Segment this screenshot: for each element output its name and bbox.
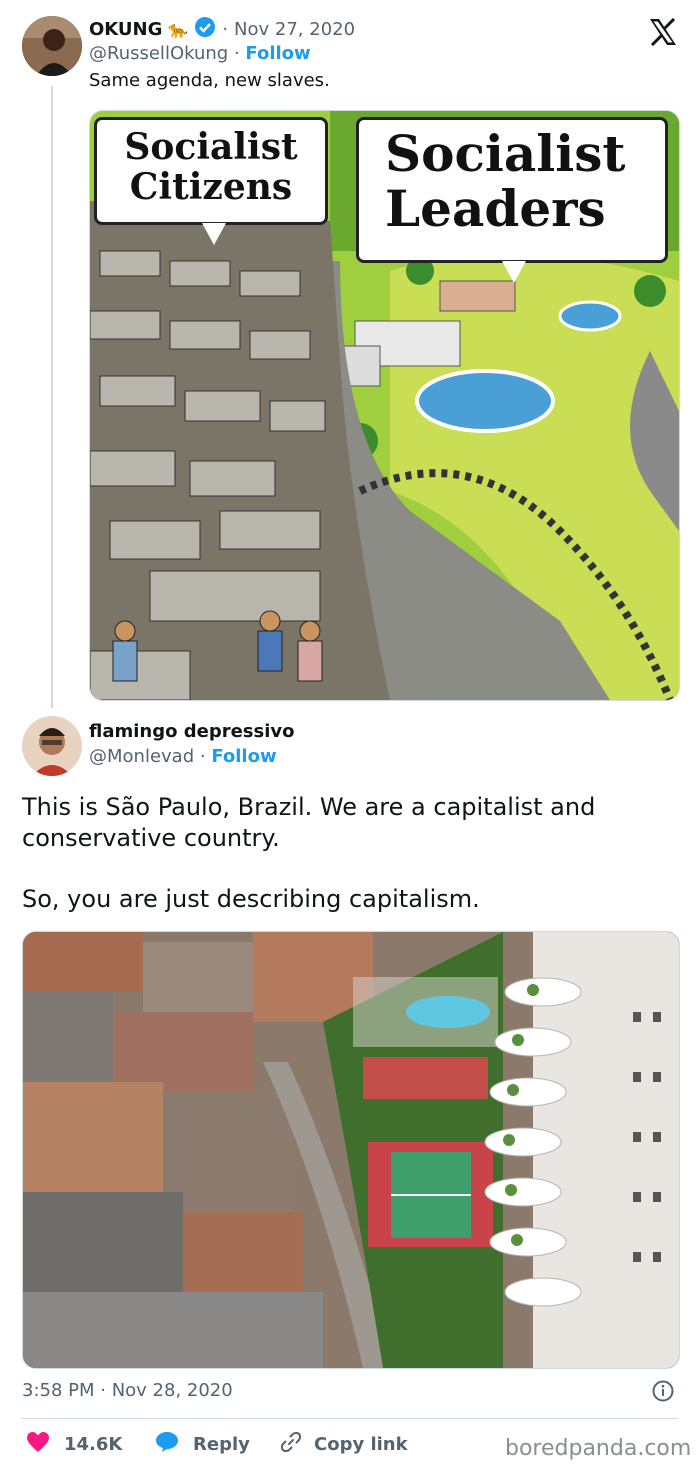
- tweet-timestamp[interactable]: 3:58 PM · Nov 28, 2020: [22, 1380, 233, 1401]
- follow-button[interactable]: Follow: [211, 746, 276, 767]
- avatar-flamingo[interactable]: [22, 716, 82, 776]
- reply-button[interactable]: Reply: [155, 1431, 250, 1458]
- bubble-tail: [502, 261, 526, 283]
- bubble-line: Leaders: [385, 179, 606, 238]
- speech-bubble-leaders: Socialist Leaders: [356, 117, 668, 263]
- like-button[interactable]: 14.6K: [26, 1431, 122, 1458]
- speech-bubble-icon: [155, 1431, 179, 1458]
- like-count: 14.6K: [64, 1434, 123, 1455]
- tweet-text: So, you are just describing capitalism.: [22, 885, 480, 913]
- author-handle[interactable]: @Monlevad: [89, 746, 194, 767]
- dot-separator: ·: [222, 19, 229, 40]
- avatar-okung[interactable]: [22, 16, 82, 76]
- x-logo-icon[interactable]: [648, 17, 678, 50]
- verified-badge-icon: [194, 16, 216, 43]
- heart-icon: [26, 1431, 50, 1458]
- author-name[interactable]: OKUNG: [89, 19, 162, 40]
- leopard-emoji-icon: 🐆: [168, 20, 189, 39]
- link-icon: [280, 1431, 302, 1458]
- info-icon[interactable]: [652, 1380, 674, 1406]
- dot-separator: ·: [199, 746, 212, 767]
- copy-link-button[interactable]: Copy link: [280, 1431, 408, 1458]
- bubble-line: Citizens: [129, 165, 293, 208]
- cartoon-image[interactable]: Socialist Citizens Socialist Leaders: [89, 110, 680, 701]
- author-handle[interactable]: @RussellOkung: [89, 43, 228, 64]
- tweet-text: This is São Paulo, Brazil. We are a capi…: [22, 793, 596, 852]
- divider: [22, 1418, 678, 1419]
- follow-button[interactable]: Follow: [245, 43, 310, 64]
- reply-label: Reply: [193, 1434, 250, 1455]
- bubble-tail: [202, 223, 226, 245]
- dot-separator: ·: [233, 43, 246, 64]
- author-name[interactable]: flamingo depressivo: [89, 721, 295, 742]
- thread-line: [51, 86, 53, 708]
- copy-link-label: Copy link: [314, 1434, 408, 1455]
- bubble-line: Socialist: [385, 124, 626, 183]
- sao-paulo-aerial-photo[interactable]: [22, 931, 680, 1369]
- tweet-date[interactable]: Nov 27, 2020: [234, 19, 355, 40]
- bubble-line: Socialist: [124, 126, 298, 168]
- speech-bubble-citizens: Socialist Citizens: [94, 117, 328, 225]
- tweet-text: Same agenda, new slaves.: [89, 70, 330, 91]
- watermark: boredpanda.com: [505, 1436, 692, 1461]
